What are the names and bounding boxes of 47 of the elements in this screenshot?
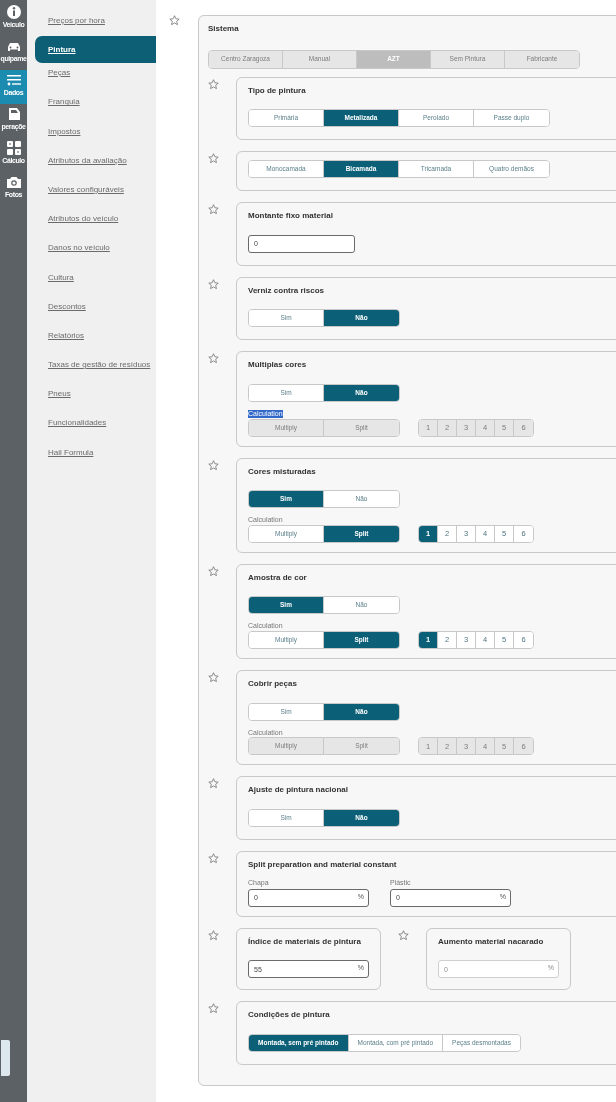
- nav-item[interactable]: Franquia: [27, 94, 156, 124]
- star-icon[interactable]: [208, 929, 219, 941]
- camera-icon: [5, 174, 22, 190]
- section-title: Verniz contra riscos: [248, 285, 325, 296]
- nav-item[interactable]: Descontos: [27, 298, 156, 328]
- section-title: Condições de pintura: [248, 1010, 330, 1020]
- section-title: Amostra de cor: [248, 572, 307, 583]
- nav-item[interactable]: Pneus: [27, 386, 156, 416]
- nav-item[interactable]: Impostos: [27, 123, 156, 153]
- nav-item[interactable]: Atributos da avaliação: [27, 152, 156, 182]
- section-title: Ajuste de pintura nacional: [248, 785, 348, 795]
- section-title: Split preparation and material constant: [248, 859, 397, 870]
- nav-item[interactable]: Hail Formula: [27, 444, 156, 474]
- section-title: Aumento material nacarado: [438, 936, 544, 947]
- nav-item[interactable]: Relatórios: [27, 327, 156, 358]
- section-title: Tipo de pintura: [248, 85, 306, 96]
- nav-item[interactable]: Peças: [27, 65, 156, 95]
- star-icon[interactable]: [208, 565, 219, 577]
- star-icon[interactable]: [208, 459, 219, 471]
- info-icon: [5, 4, 22, 20]
- star-icon[interactable]: [208, 353, 219, 365]
- section-title: Índice de materiais de pintura: [248, 936, 361, 947]
- section-title: Montante fixo material: [248, 211, 333, 221]
- star-icon[interactable]: [169, 15, 180, 26]
- nav-item[interactable]: Valores configuráveis: [27, 181, 156, 212]
- nav-item[interactable]: Danos no veículo: [27, 240, 156, 270]
- star-icon[interactable]: [208, 204, 219, 216]
- section-title: Cobrir peças: [248, 678, 297, 689]
- star-icon[interactable]: [208, 78, 219, 90]
- star-icon[interactable]: [208, 671, 219, 683]
- nav-item[interactable]: Funcionalidades: [27, 415, 156, 445]
- star-icon[interactable]: [208, 1003, 219, 1015]
- nav-item[interactable]: Cultura: [27, 269, 156, 299]
- section-title: Múltiplas cores: [248, 360, 307, 370]
- card-title: Sistema: [208, 24, 239, 34]
- star-icon[interactable]: [208, 852, 219, 864]
- nav-item[interactable]: Taxas de gestão de resíduos: [27, 357, 156, 387]
- nav-item[interactable]: Atributos do veículo: [27, 211, 156, 241]
- star-icon[interactable]: [208, 278, 219, 290]
- side-tab-handle[interactable]: [1, 1040, 10, 1076]
- grid-icon: [5, 140, 22, 156]
- star-icon[interactable]: [398, 929, 409, 941]
- nav-item[interactable]: Pintura: [35, 36, 156, 64]
- star-icon[interactable]: [208, 153, 219, 165]
- list-icon: [5, 72, 22, 88]
- section-title: Cores misturadas: [248, 466, 316, 477]
- star-icon[interactable]: [208, 778, 219, 790]
